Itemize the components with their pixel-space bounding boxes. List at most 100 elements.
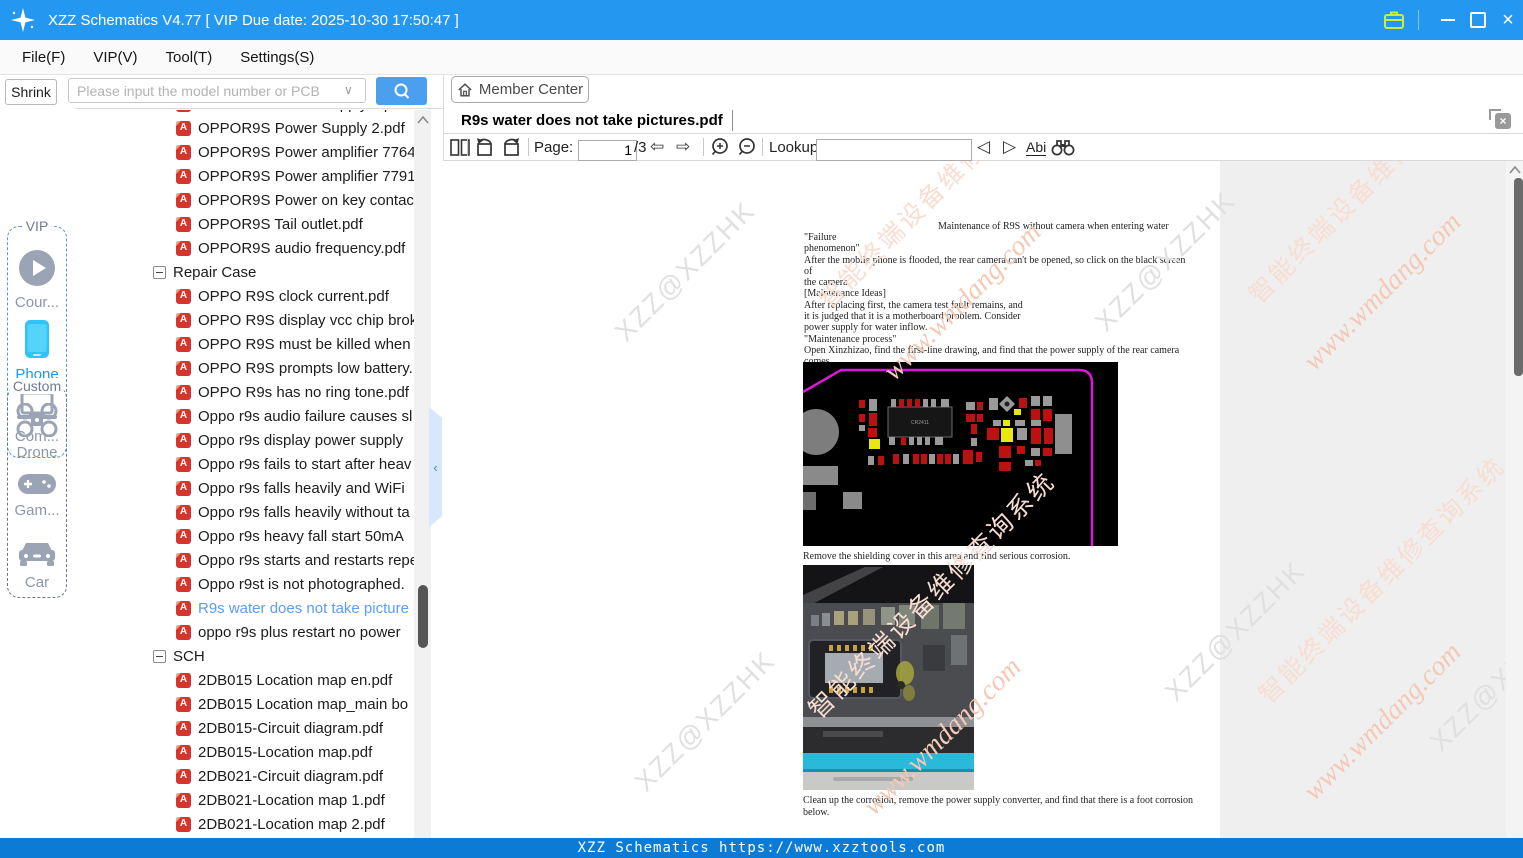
pdf-file-icon [176, 720, 191, 736]
tree-item[interactable]: 2DB015 Location map en.pdf [75, 668, 414, 692]
minimize-button[interactable] [1433, 0, 1463, 40]
shrink-button[interactable]: Shrink [5, 79, 57, 105]
sidebar-item-drone[interactable]: Drone [8, 402, 66, 461]
rotate-left-icon [477, 138, 492, 156]
zoom-in-icon [711, 137, 728, 155]
close-button[interactable]: × [1493, 0, 1523, 40]
tree-item[interactable]: OPPOR9S Tail outlet.pdf [75, 212, 414, 236]
pdf-file-icon [176, 696, 191, 712]
tree-item[interactable]: Oppo r9s starts and restarts repe [75, 548, 414, 572]
pdf-file-icon [176, 672, 191, 688]
pdf-file-icon [176, 600, 191, 616]
rotate-right-button[interactable] [500, 134, 522, 160]
tree-item[interactable]: Oppo r9st is not photographed. [75, 572, 414, 596]
tree-item[interactable]: R9s water does not take picture [75, 596, 414, 620]
previous-page-button[interactable]: ⇦ [650, 134, 664, 160]
sidebar-item-phone[interactable]: Phone [8, 319, 66, 383]
match-case-button[interactable]: Abi [1026, 134, 1047, 160]
corrosion-photo-image [803, 565, 974, 790]
tree-scrollbar[interactable] [414, 110, 431, 838]
tree-item[interactable]: OPPO R9S display vcc chip brok [75, 308, 414, 332]
close-document-button[interactable]: × [1489, 109, 1511, 129]
license-icon[interactable] [1382, 9, 1406, 31]
sidebar-item-course[interactable]: Cour... [8, 249, 66, 311]
pdf-file-icon [176, 110, 191, 112]
tree-item[interactable]: oppo r9s plus restart no power [75, 620, 414, 644]
tree-item[interactable]: OPPO R9S must be killed when [75, 332, 414, 356]
tree-item[interactable]: OPPOR9S Power on key contact [75, 188, 414, 212]
tree-item[interactable]: OPPOR9S audio frequency.pdf [75, 236, 414, 260]
pdf-file-icon [176, 360, 191, 376]
sidebar-item-game[interactable]: Gam... [8, 473, 66, 519]
pdf-caption: below. [803, 807, 830, 818]
find-previous-button[interactable]: ◁ [977, 134, 990, 160]
pdf-text-line: it is judged that it is a motherboard pr… [804, 311, 1021, 323]
tree-section[interactable]: Repair Case [75, 260, 414, 284]
collapse-minus-icon[interactable] [153, 265, 166, 279]
maximize-button[interactable] [1463, 0, 1493, 40]
tree-item[interactable]: OPPOR9S Power amplifier 7764 [75, 140, 414, 164]
tree-item[interactable]: 2DB015-Location map.pdf [75, 740, 414, 764]
tree-item[interactable]: 2DB021-Circuit diagram.pdf [75, 764, 414, 788]
member-center-button[interactable]: Member Center [451, 76, 589, 103]
pdf-file-icon [176, 456, 191, 472]
tree-item[interactable]: Oppo r9s falls heavily and WiFi [75, 476, 414, 500]
tab-active-document[interactable]: R9s water does not take pictures.pdf [461, 108, 723, 133]
search-button[interactable] [376, 77, 427, 105]
scroll-up-icon[interactable] [416, 115, 430, 125]
tree-item-label: 2DB015-Location map.pdf [198, 743, 373, 761]
tree-item[interactable]: 2DB021-Location map 2.pdf [75, 812, 414, 836]
pdf-heading: Maintenance of R9S without camera when e… [938, 221, 1169, 232]
advanced-search-button[interactable] [1051, 134, 1075, 160]
tree-item[interactable]: Oppo r9s fails to start after heav [75, 452, 414, 476]
pdf-file-icon [176, 408, 191, 424]
toolbar-separator [762, 138, 763, 156]
tree-item[interactable]: 2DB015 Location map_main bo [75, 692, 414, 716]
tree-item[interactable]: 2DB021-Location map 1.pdf [75, 788, 414, 812]
tree-item[interactable]: Oppo r9s display power supply [75, 428, 414, 452]
tree-item-label: OPPO R9S must be killed when [198, 335, 411, 353]
viewer-background [1220, 161, 1506, 838]
page-total-label: /3 [634, 138, 647, 156]
menu-item[interactable]: Settings(S) [234, 47, 320, 68]
tree-item-label: OPPOR9S Power amplifier 7791 [198, 167, 414, 185]
pdf-text-line: After replacing first, the camera test f… [804, 299, 1023, 311]
tree-item[interactable]: OPPO R9S clock current.pdf [75, 284, 414, 308]
zoom-out-button[interactable] [737, 134, 758, 160]
menu-item[interactable]: Tool(T) [160, 47, 219, 68]
tree-item-label: Repair Case [173, 263, 257, 281]
pdf-scrollbar-thumb[interactable] [1514, 178, 1523, 376]
tree-scrollbar-thumb[interactable] [418, 585, 428, 648]
lookup-input[interactable] [816, 139, 972, 161]
sidebar-item-car[interactable]: Car [8, 539, 66, 591]
custom-group: Custom Drone Gam... Car [7, 378, 67, 598]
tree-item[interactable]: Oppo r9s falls heavily without ta [75, 500, 414, 524]
pcb-location-map-image: CR2411 [803, 362, 1118, 546]
tree-item-label: OPPOR9S Power on key contact [198, 191, 414, 209]
collapse-minus-icon[interactable] [153, 649, 166, 663]
find-next-button[interactable]: ▷ [1003, 134, 1016, 160]
member-center-label: Member Center [478, 81, 584, 98]
page-number-input[interactable] [578, 139, 637, 161]
zoom-in-button[interactable] [710, 134, 731, 160]
tree-item[interactable]: Oppo r9s heavy fall start 50mA [75, 524, 414, 548]
pdf-file-icon [176, 528, 191, 544]
panel-collapse-handle[interactable]: ‹ [429, 407, 442, 527]
tree-item[interactable]: OPPO R9S prompts low battery. [75, 356, 414, 380]
menu-item[interactable]: VIP(V) [87, 47, 143, 68]
tree-section[interactable]: SCH [75, 644, 414, 668]
pdf-file-icon [176, 768, 191, 784]
tree-item[interactable]: Oppo r9s audio failure causes sl [75, 404, 414, 428]
tree-item[interactable]: OPPO R9s has no ring tone.pdf [75, 380, 414, 404]
search-input[interactable] [68, 78, 366, 103]
close-icon: × [1495, 113, 1511, 129]
tab-separator [732, 110, 733, 131]
tree-item[interactable]: 2DB015-Circuit diagram.pdf [75, 716, 414, 740]
next-page-button[interactable]: ⇨ [676, 134, 690, 160]
tree-item[interactable]: OPPOR9S Power amplifier 7791 [75, 164, 414, 188]
rotate-left-button[interactable] [474, 134, 496, 160]
menu-item[interactable]: File(F) [16, 47, 71, 68]
scroll-up-icon[interactable] [1508, 165, 1522, 175]
tree-item[interactable]: OPPOR9S Power Supply 2.pdf [75, 116, 414, 140]
tree-item-label: OPPOR9S Power Supply 2.pdf [198, 119, 405, 137]
